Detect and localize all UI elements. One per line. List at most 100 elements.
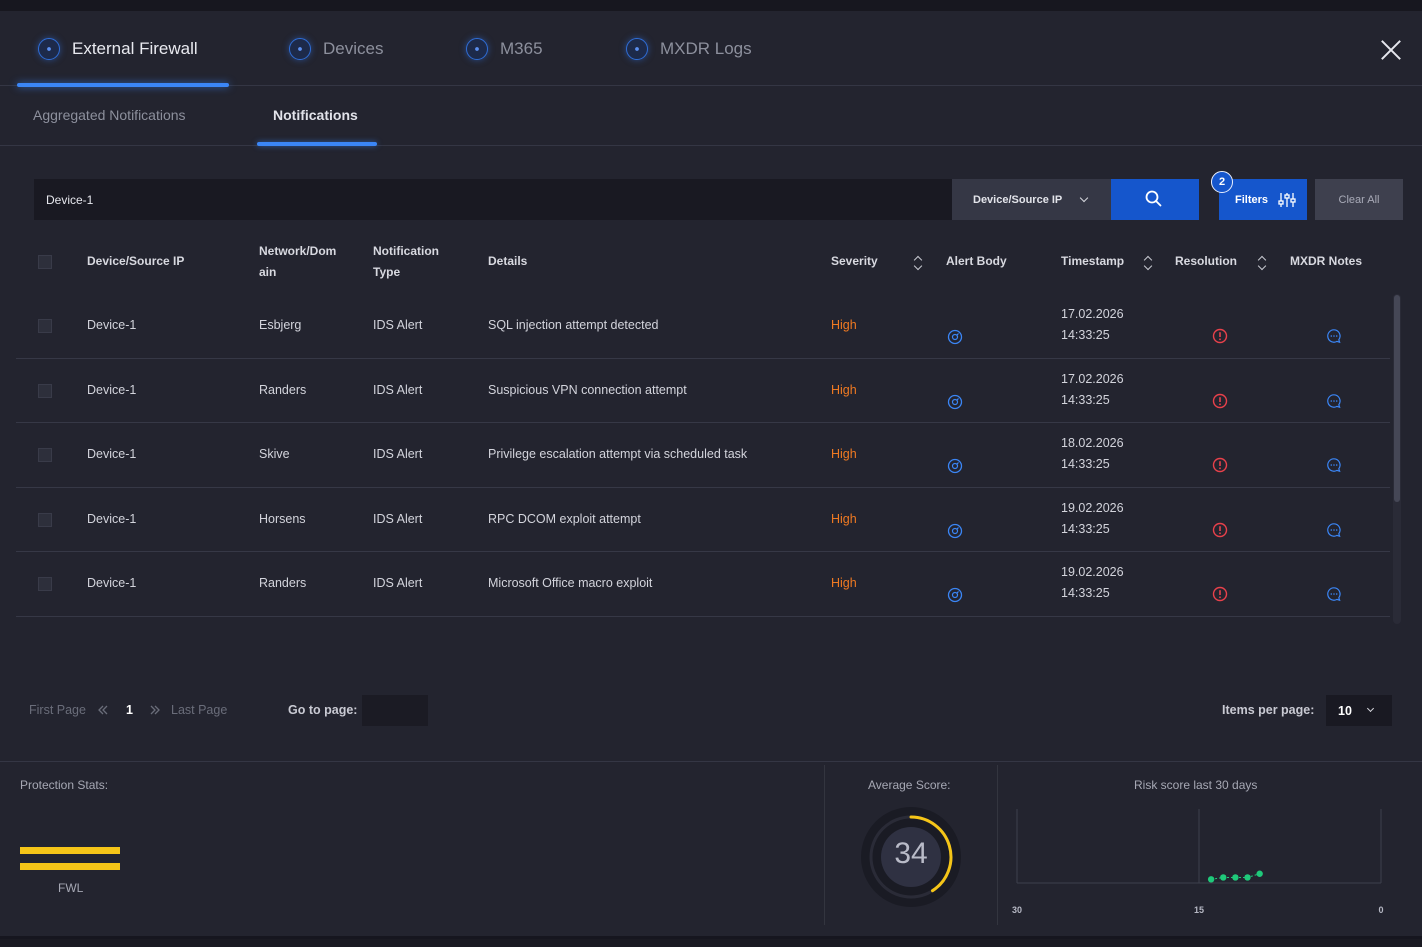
column-type-line2: Type [373,265,401,279]
sort-resolution-icon[interactable] [1258,255,1266,271]
cell-network: Esbjerg [259,318,302,332]
timestamp-date: 17.02.2026 [1061,307,1124,321]
goto-page-input[interactable] [362,695,428,726]
tab-status-dot-icon [289,38,311,60]
cell-severity: High [831,576,857,591]
first-page-link[interactable]: First Page [29,703,86,717]
timestamp-time: 14:33:25 [1061,328,1110,342]
items-per-page-select[interactable]: 10 [1326,695,1392,726]
tab-external-firewall[interactable]: External Firewall [38,35,198,63]
resolution-alert-icon[interactable] [1212,522,1228,538]
row-checkbox[interactable] [38,512,52,527]
tab-label: External Firewall [72,39,198,58]
cell-type: IDS Alert [373,447,423,462]
cell-details: Suspicious VPN connection attempt [488,382,687,397]
cell-details: Privilege escalation attempt via schedul… [488,447,748,462]
timestamp-time: 14:33:25 [1061,586,1110,601]
resolution-alert-icon[interactable] [1212,586,1228,602]
sort-timestamp-icon[interactable] [1144,255,1152,271]
resolution-alert-icon[interactable] [1212,393,1228,409]
cell-severity: High [831,318,857,332]
search-input[interactable] [34,179,952,220]
filter-count-badge: 2 [1211,171,1233,193]
close-icon[interactable] [1378,37,1404,63]
tab-label: Devices [323,39,384,58]
cell-severity: High [831,511,857,526]
table-scrollbar-thumb[interactable] [1394,295,1400,502]
tab-notifications[interactable]: Notifications [273,107,358,123]
sort-severity-icon[interactable] [914,255,922,271]
bottom-edge [0,939,1422,947]
page-number-current[interactable]: 1 [126,703,133,717]
tab-m365[interactable]: M365 [466,35,543,63]
column-network: Network/Dom ain [259,241,336,283]
timestamp-date: 19.02.2026 [1061,500,1124,515]
tab-status-dot-icon [466,38,488,60]
resolution-alert-icon[interactable] [1212,328,1228,344]
alert-body-icon[interactable] [947,329,963,345]
last-page-link[interactable]: Last Page [171,703,227,717]
table-row[interactable]: Device-1 Randers IDS Alert Microsoft Off… [16,552,1390,617]
alert-body-icon[interactable] [947,458,963,474]
notes-chat-icon[interactable] [1326,522,1342,538]
table-row[interactable]: Device-1 Horsens IDS Alert RPC DCOM expl… [16,488,1390,553]
search-field-value: Device/Source IP [973,193,1063,206]
timestamp-date: 17.02.2026 [1061,371,1124,386]
cell-timestamp: 18.02.2026 14:33:25 [1061,433,1124,475]
row-checkbox[interactable] [38,577,52,592]
risk-chart-title: Risk score last 30 days [1134,778,1258,792]
cell-device: Device-1 [87,511,137,526]
timestamp-date: 19.02.2026 [1061,565,1124,580]
sub-tab-bar: Aggregated Notifications Notifications [0,87,1422,146]
table-body: Device-1 Esbjerg IDS Alert SQL injection… [16,294,1390,617]
tab-mxdr-logs[interactable]: MXDR Logs [626,35,752,63]
table-row[interactable]: Device-1 Randers IDS Alert Suspicious VP… [16,359,1390,424]
notes-chat-icon[interactable] [1326,586,1342,602]
risk-data-point [1207,876,1215,883]
cell-details: Microsoft Office macro exploit [488,576,653,591]
cell-device: Device-1 [87,382,137,397]
double-chevron-right-icon[interactable] [149,704,161,716]
firewall-panel: External Firewall Devices M365 MXDR Logs… [0,11,1422,947]
risk-data-point [1256,870,1263,877]
clear-all-button[interactable]: Clear All [1315,179,1403,220]
top-strip [0,0,1422,11]
tab-devices[interactable]: Devices [289,35,383,63]
alert-body-icon[interactable] [947,394,963,410]
search-field-select[interactable]: Device/Source IP [952,179,1111,220]
main-tab-bar: External Firewall Devices M365 MXDR Logs [0,11,1422,87]
cell-timestamp: 19.02.2026 14:33:25 [1061,498,1124,540]
x-tick-label: 30 [1012,905,1022,915]
risk-data-point [1220,874,1227,881]
cell-network: Randers [259,576,307,591]
column-timestamp: Timestamp [1061,254,1125,268]
notes-chat-icon[interactable] [1326,457,1342,473]
row-checkbox[interactable] [38,448,52,463]
x-tick-label: 0 [1378,905,1383,915]
chevron-down-icon [1080,193,1089,202]
table-row[interactable]: Device-1 Esbjerg IDS Alert SQL injection… [16,294,1390,359]
row-checkbox[interactable] [38,383,52,398]
column-type: Notification Type [373,241,439,283]
alert-body-icon[interactable] [947,587,963,603]
items-per-page-label: Items per page: [1222,703,1315,717]
search-button[interactable] [1111,179,1199,220]
active-subtab-indicator [257,142,377,146]
notes-chat-icon[interactable] [1326,328,1342,344]
risk-data-point [1244,874,1251,881]
select-all-checkbox[interactable] [38,255,52,269]
tab-aggregated-notifications[interactable]: Aggregated Notifications [33,107,186,123]
row-checkbox[interactable] [38,319,52,333]
cell-severity: High [831,382,857,397]
resolution-alert-icon[interactable] [1212,457,1228,473]
tab-label: MXDR Logs [660,39,752,58]
notes-chat-icon[interactable] [1326,393,1342,409]
cell-network: Randers [259,382,307,397]
alert-body-icon[interactable] [947,523,963,539]
goto-page-label: Go to page: [288,703,358,717]
tab-status-dot-icon [626,38,648,60]
double-chevron-left-icon[interactable] [97,704,109,716]
risk-score-chart: 30 15 0 [1012,809,1384,915]
cell-details: SQL injection attempt detected [488,318,659,332]
table-row[interactable]: Device-1 Skive IDS Alert Privilege escal… [16,423,1390,488]
